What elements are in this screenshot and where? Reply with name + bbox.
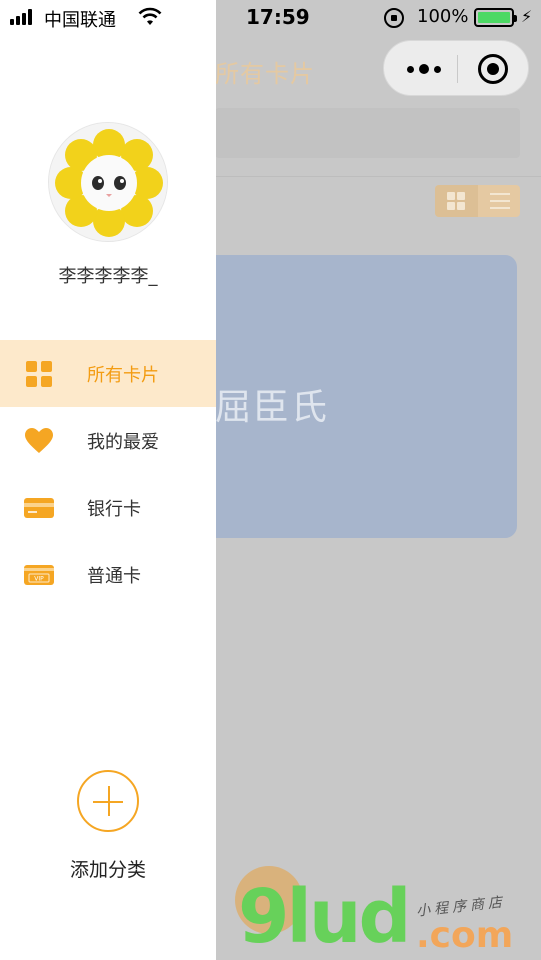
carrier-name: 中国联通 xyxy=(44,10,116,31)
side-drawer: 李李李李李_ 所有卡片 我的最爱 银行卡 VIP 普通卡 添加分类 xyxy=(0,0,216,960)
clock: 17:59 xyxy=(246,5,310,29)
menu-item-all-cards[interactable]: 所有卡片 xyxy=(0,340,216,407)
watermark-suffix: .com xyxy=(416,915,514,956)
avatar[interactable] xyxy=(48,122,168,242)
list-view-button[interactable] xyxy=(478,185,521,217)
category-menu: 所有卡片 我的最爱 银行卡 VIP 普通卡 xyxy=(0,340,216,608)
heart-icon xyxy=(24,426,54,456)
charging-icon: ⚡ xyxy=(521,7,533,26)
divider xyxy=(215,176,541,177)
close-target-icon[interactable] xyxy=(478,54,508,84)
battery-percent: 100% xyxy=(417,6,469,27)
watermark-brand: 9lud xyxy=(238,874,412,960)
signal-icon xyxy=(10,9,32,25)
menu-item-label: 普通卡 xyxy=(87,565,141,587)
grid-view-icon xyxy=(447,192,465,210)
page-title: 所有卡片 xyxy=(215,60,315,88)
menu-item-label: 银行卡 xyxy=(87,498,141,520)
add-category-label: 添加分类 xyxy=(69,859,146,881)
battery-icon xyxy=(474,8,517,27)
menu-item-label: 所有卡片 xyxy=(87,364,159,386)
grid-icon xyxy=(24,359,54,389)
wifi-icon xyxy=(138,7,162,27)
list-view-icon xyxy=(489,193,510,209)
vip-card-icon: VIP xyxy=(24,560,54,590)
grid-view-button[interactable] xyxy=(435,185,478,217)
view-toggle[interactable] xyxy=(435,185,520,217)
menu-item-label: 我的最爱 xyxy=(87,431,159,453)
plus-circle-icon[interactable] xyxy=(77,770,139,832)
menu-item-bank-cards[interactable]: 银行卡 xyxy=(0,474,216,541)
mini-program-capsule[interactable] xyxy=(383,40,529,96)
bank-card-icon xyxy=(24,493,54,523)
rotation-lock-icon xyxy=(384,8,404,28)
menu-item-regular-cards[interactable]: VIP 普通卡 xyxy=(0,541,216,608)
more-icon[interactable] xyxy=(404,59,444,79)
search-bar[interactable] xyxy=(215,108,520,158)
battery-fill xyxy=(478,12,510,23)
svg-text:VIP: VIP xyxy=(34,575,44,582)
status-bar: 中国联通 17:59 100% ⚡ xyxy=(0,0,541,36)
user-name: 李李李李李_ xyxy=(58,266,158,287)
card-name: 屈臣氏 xyxy=(215,387,330,428)
capsule-divider xyxy=(457,55,458,83)
menu-item-favorites[interactable]: 我的最爱 xyxy=(0,407,216,474)
